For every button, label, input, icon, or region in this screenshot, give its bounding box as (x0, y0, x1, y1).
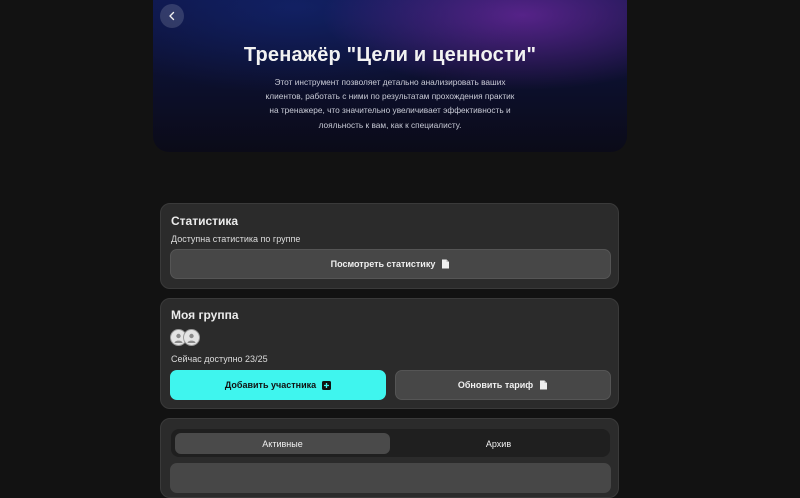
plus-square-icon (322, 380, 332, 390)
user-icon (187, 333, 196, 343)
view-stats-button[interactable]: Посмотреть статистику (170, 249, 611, 279)
group-title: Моя группа (171, 308, 239, 322)
view-stats-label: Посмотреть статистику (330, 259, 436, 269)
members-action-button[interactable] (170, 463, 611, 493)
add-member-label: Добавить участника (224, 380, 317, 390)
avatar (183, 329, 200, 346)
stats-card: Статистика Доступна статистика по группе… (160, 203, 619, 289)
back-button[interactable] (160, 4, 184, 28)
member-avatars (170, 329, 200, 346)
add-member-button[interactable]: Добавить участника (170, 370, 386, 400)
page-title: Тренажёр "Цели и ценности" (243, 44, 537, 66)
tab-archive[interactable]: Архив (391, 433, 606, 454)
upgrade-plan-label: Обновить тариф (457, 380, 534, 390)
members-card: Активные Архив (160, 418, 619, 498)
upgrade-plan-button[interactable]: Обновить тариф (395, 370, 611, 400)
members-tabs: Активные Архив (171, 429, 610, 457)
document-icon (540, 380, 548, 390)
slots-available: Сейчас доступно 23/25 (171, 354, 268, 364)
stats-subtitle: Доступна статистика по группе (171, 234, 301, 244)
document-icon (442, 259, 450, 269)
tab-active[interactable]: Активные (175, 433, 390, 454)
group-card: Моя группа Сейчас доступно 23/25 Добавит… (160, 298, 619, 409)
stats-title: Статистика (171, 214, 239, 228)
hero-banner: Тренажёр "Цели и ценности" Этот инструме… (153, 0, 627, 152)
chevron-left-icon (169, 11, 175, 21)
hero-description: Этот инструмент позволяет детально анали… (265, 77, 515, 130)
